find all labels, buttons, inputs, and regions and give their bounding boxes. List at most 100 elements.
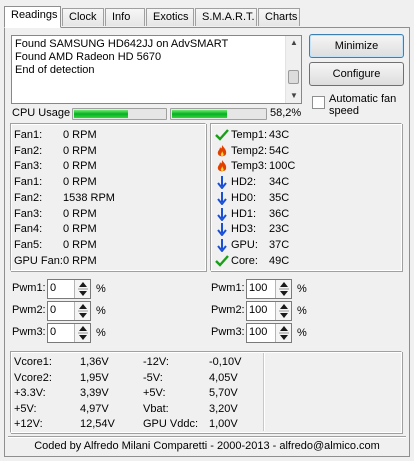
up-down-arrows-icon[interactable] [74,280,90,298]
temp-value: 37C [269,238,290,251]
voltage-value: 4,05V [209,371,238,384]
pwm-value[interactable]: 100 [249,282,267,294]
log-scrollbar[interactable]: ▲ ▼ [285,36,301,103]
fan-name: Fan2: [14,191,43,204]
temp-name: HD2: [231,176,257,189]
down-arrow-icon [215,238,229,253]
tab-clock[interactable]: Clock [62,8,104,26]
temp-name: HD1: [231,207,257,220]
tab-exotics[interactable]: Exotics [146,8,194,26]
scroll-thumb[interactable] [288,70,299,84]
pwm3-left-label: Pwm3: [12,326,46,338]
percent-unit: % [297,305,307,317]
log-line: Found AMD Radeon HD 5670 [15,51,162,63]
voltage-name: Vcore1: [14,356,52,368]
temp-value: 34C [269,176,290,189]
up-down-arrows-icon[interactable] [275,302,291,320]
temp-name: Core: [231,254,258,267]
fan-name: Fan1: [14,176,43,189]
temp-name: Temp1: [231,129,268,141]
fan-name: Fan3: [14,160,43,173]
pwm3-right-label: Pwm3: [211,326,245,338]
up-down-arrows-icon[interactable] [74,324,90,342]
pwm-value[interactable]: 0 [50,304,56,316]
temp-value: 35C [269,191,290,204]
pwm-value[interactable]: 0 [50,326,56,338]
temp-value: 100C [269,160,296,173]
pwm2-left-stepper[interactable]: 0 [47,301,91,321]
pwm-value[interactable]: 100 [249,326,267,338]
voltage-value: -0,10V [209,356,242,368]
footer-credits: Coded by Alfredo Milani Comparetti - 200… [34,440,380,452]
pwm2-right-stepper[interactable]: 100 [246,301,292,321]
flame-icon [215,144,229,158]
log-line: Found SAMSUNG HD642JJ on AdvSMART [15,38,229,50]
percent-unit: % [96,327,106,339]
fan-name: Fan4: [14,223,43,236]
tab-smart[interactable]: S.M.A.R.T. [195,8,257,26]
voltage-name: -12V: [143,356,169,368]
pwm-value[interactable]: 100 [249,304,267,316]
log-line: End of detection [15,64,95,76]
pwm2-left-label: Pwm2: [12,304,46,316]
voltage-name: Vbat: [143,402,169,415]
pwm3-left-stepper[interactable]: 0 [47,323,91,343]
tab-readings[interactable]: Readings [4,6,61,28]
voltage-value: 4,97V [80,402,109,415]
voltages-group: Vcore1: 1,36V Vcore2: 1,95V +3.3V: 3,39V +5V: 4… [10,351,402,433]
fan-value: 0 RPM [63,254,97,267]
cpu-usage-bar-1 [72,108,167,120]
voltage-separator [263,353,264,431]
cpu-usage-value: 58,2% [270,107,302,119]
fan-name: Fan2: [14,144,43,157]
pwm1-right-stepper[interactable]: 100 [246,279,292,299]
tab-info[interactable]: Info [105,8,145,26]
down-arrow-icon [215,207,229,222]
pwm1-right-label: Pwm1: [211,282,245,294]
temp-name: Temp3: [231,160,268,173]
fan-name: Fan3: [14,207,43,220]
fan-value: 0 RPM [63,176,97,189]
pwm2-right-label: Pwm2: [211,304,245,316]
voltage-name: +3.3V: [14,387,46,399]
pwm3-right-stepper[interactable]: 100 [246,323,292,343]
fan-value: 0 RPM [63,160,97,173]
scroll-down-icon[interactable]: ▼ [286,89,302,103]
fan-value: 0 RPM [63,238,97,251]
tab-charts[interactable]: Charts [258,8,300,26]
fans-group: Fan1: 0 RPM Fan2: 0 RPM Fan3: 0 RPM Fan1: 0 RPM… [10,123,206,271]
temp-name: GPU: [231,238,258,251]
voltage-name: -5V: [143,371,163,384]
voltage-value: 5,70V [209,387,238,399]
voltage-name: Vcore2: [14,371,52,384]
down-arrow-icon [215,175,229,190]
up-down-arrows-icon[interactable] [74,302,90,320]
temp-name: Temp2: [231,144,268,157]
down-arrow-icon [215,191,229,206]
temp-name: HD3: [231,223,257,236]
scroll-up-icon[interactable]: ▲ [286,36,302,50]
temp-value: 36C [269,207,290,220]
tab-strip: Readings Clock Info Exotics S.M.A.R.T. C… [0,0,414,28]
footer-divider [8,436,406,437]
fan-name: Fan1: [14,129,43,141]
temp-value: 43C [269,129,290,141]
configure-button[interactable]: Configure [309,62,404,86]
minimize-button[interactable]: Minimize [309,34,404,58]
fan-value: 1538 RPM [63,191,115,204]
pwm1-left-label: Pwm1: [12,282,46,294]
temp-value: 23C [269,223,290,236]
up-down-arrows-icon[interactable] [275,324,291,342]
pwm1-left-stepper[interactable]: 0 [47,279,91,299]
voltage-name: GPU Vddc: [143,418,199,430]
percent-unit: % [96,305,106,317]
voltage-value: 1,95V [80,371,109,384]
fan-value: 0 RPM [63,223,97,236]
fan-value: 0 RPM [63,129,97,141]
automatic-fan-speed-checkbox[interactable] [312,96,325,109]
up-down-arrows-icon[interactable] [275,280,291,298]
pwm-value[interactable]: 0 [50,282,56,294]
voltage-value: 1,00V [209,418,238,430]
detection-log[interactable]: Found SAMSUNG HD642JJ on AdvSMART Found … [11,35,302,104]
cpu-usage-fill [74,110,128,118]
